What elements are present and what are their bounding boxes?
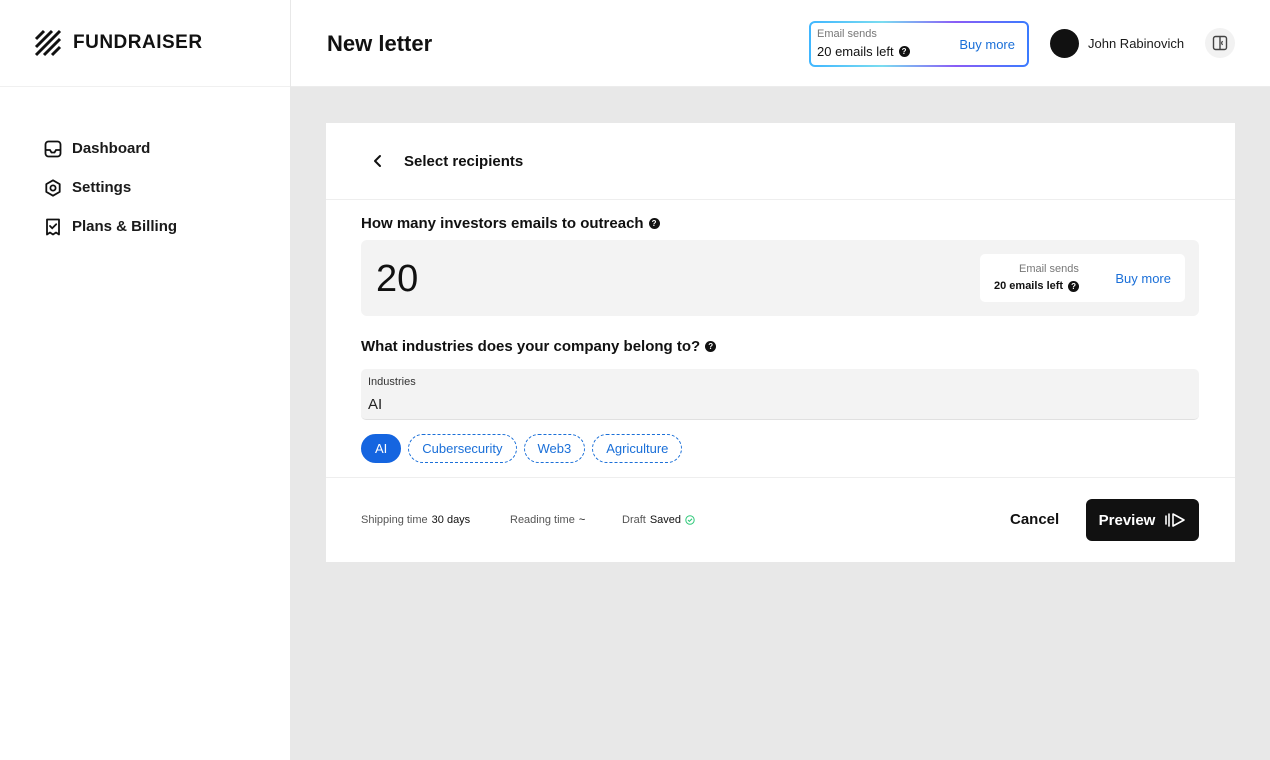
sidebar-nav: Dashboard Settings Plans & Billing — [0, 87, 290, 246]
avatar[interactable] — [1050, 29, 1079, 58]
email-sends-label: Email sends — [1019, 263, 1079, 275]
recipients-card: Select recipients How many investors ema… — [326, 123, 1235, 562]
chip-web3[interactable]: Web3 — [523, 434, 586, 463]
chip-ai[interactable]: AI — [361, 434, 402, 463]
buy-more-button[interactable]: Buy more — [1115, 271, 1171, 286]
top-bar: New letter Email sends 20 emails left ? … — [291, 0, 1270, 87]
sidebar: FUNDRAISER Dashboard Settings Plans & Bi… — [0, 0, 291, 760]
email-count-value[interactable]: 20 — [376, 258, 418, 301]
card-title: Select recipients — [404, 152, 524, 170]
brand-name: FUNDRAISER — [73, 32, 203, 53]
brand[interactable]: FUNDRAISER — [0, 0, 290, 87]
question-email-count: How many investors emails to outreach ? — [361, 215, 660, 232]
cancel-button[interactable]: Cancel — [1010, 511, 1059, 528]
sidebar-item-label: Dashboard — [72, 140, 151, 157]
help-icon[interactable]: ? — [705, 341, 717, 352]
reading-time: Reading time ~ — [510, 514, 586, 526]
email-sends-label: Email sends — [817, 28, 877, 40]
sidebar-item-dashboard[interactable]: Dashboard — [42, 129, 290, 168]
sidebar-item-plans-billing[interactable]: Plans & Billing — [42, 207, 290, 246]
draft-status: Draft Saved — [622, 514, 695, 526]
panel-toggle-icon — [1212, 35, 1228, 51]
user-name[interactable]: John Rabinovich — [1088, 36, 1184, 51]
help-icon[interactable]: ? — [1068, 280, 1080, 292]
inbox-icon — [42, 138, 63, 159]
email-sends-value: 20 emails left ? — [994, 280, 1080, 292]
sidebar-item-label: Settings — [72, 179, 132, 196]
email-sends-value: 20 emails left ? — [817, 44, 910, 59]
page-title: New letter — [327, 31, 433, 56]
panel-toggle-button[interactable] — [1205, 28, 1235, 58]
back-button[interactable] — [372, 154, 386, 168]
industries-label: Industries — [368, 376, 416, 388]
email-sends-widget: Email sends 20 emails left ? Buy more — [809, 21, 1029, 67]
industries-field[interactable]: Industries — [361, 369, 1199, 420]
preview-button[interactable]: Preview — [1086, 499, 1199, 541]
play-icon — [1164, 512, 1186, 528]
main-content: Select recipients How many investors ema… — [291, 87, 1270, 760]
chip-cybersecurity[interactable]: Cubersecurity — [408, 434, 517, 463]
card-footer: Shipping time 30 days Reading time ~ Dra… — [326, 477, 1235, 562]
chevron-left-icon — [374, 155, 381, 167]
help-icon[interactable]: ? — [648, 218, 660, 229]
chip-agriculture[interactable]: Agriculture — [592, 434, 683, 463]
email-count-field[interactable]: 20 Email sends 20 emails left ? Buy more — [361, 240, 1199, 316]
sidebar-item-label: Plans & Billing — [72, 218, 178, 235]
industries-input[interactable] — [368, 396, 1188, 413]
buy-more-button[interactable]: Buy more — [959, 37, 1015, 52]
check-circle-icon — [685, 515, 695, 525]
hexagon-gear-icon — [42, 177, 63, 198]
email-sends-mini-widget: Email sends 20 emails left ? Buy more — [980, 254, 1185, 302]
shipping-time: Shipping time 30 days — [361, 514, 471, 526]
receipt-check-icon — [42, 216, 63, 237]
question-industries: What industries does your company belong… — [361, 338, 717, 355]
card-header: Select recipients — [326, 123, 1235, 200]
striped-leaf-logo-icon — [34, 29, 62, 57]
sidebar-item-settings[interactable]: Settings — [42, 168, 290, 207]
help-icon[interactable]: ? — [898, 46, 910, 57]
industry-chips: AI Cubersecurity Web3 Agriculture — [361, 434, 683, 463]
